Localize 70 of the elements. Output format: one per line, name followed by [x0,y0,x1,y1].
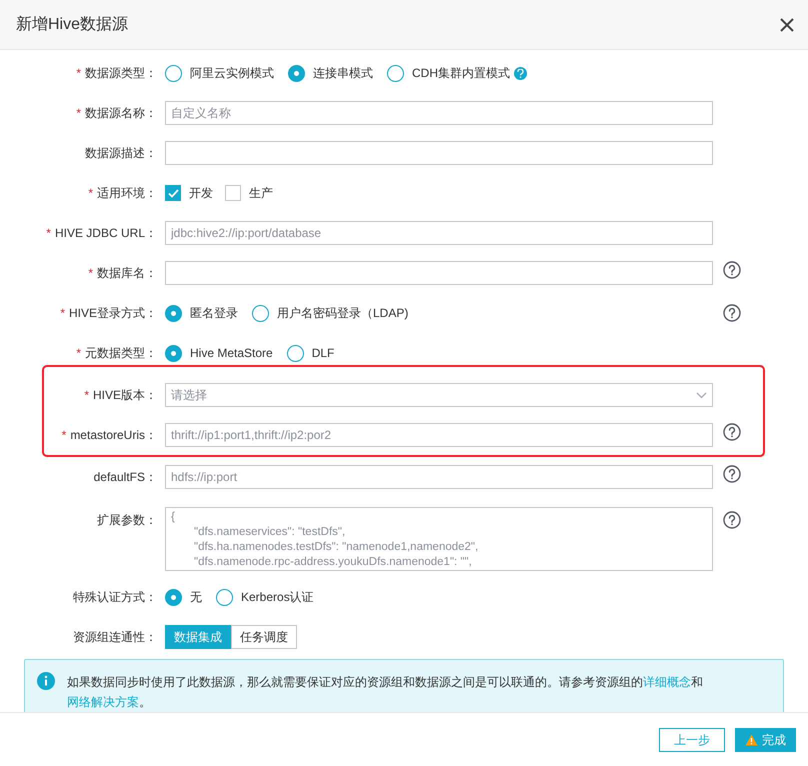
radio-button[interactable] [165,588,182,606]
help-icon[interactable] [723,304,741,322]
radio-label: 匿名登录 [190,305,238,322]
radio-label: 无 [190,589,202,606]
field-label: 扩展参数： [97,512,157,529]
field-label: 数据库名： [97,265,157,282]
dialog-title: 新增Hive数据源 [16,14,128,34]
radio-label: 用户名密码登录（LDAP) [277,305,408,322]
select-field[interactable]: 请选择 [165,383,713,407]
field-label: HIVE JDBC URL： [54,225,157,242]
required-mark: * [62,427,66,444]
finish-button[interactable]: 完成 [735,728,796,752]
required-mark: * [88,265,93,282]
warning-icon [745,734,758,746]
field-label: 元数据类型： [85,345,157,362]
field-label: 适用环境： [97,185,157,202]
field-label: metastoreUris： [70,427,157,444]
notice-link[interactable]: 网络解决方案 [67,695,139,709]
checkbox-label: 开发 [189,185,213,202]
help-icon[interactable] [723,511,741,529]
radio-button[interactable] [165,344,182,362]
required-mark: * [88,185,93,202]
text-field[interactable]: thrift://ip1:port1,thrift://ip2:por2 [165,423,713,447]
help-icon[interactable] [723,261,741,279]
radio-button[interactable] [288,64,305,82]
required-mark: * [76,345,81,362]
radio-label: Kerberos认证 [241,589,314,606]
text-field[interactable]: 自定义名称 [165,101,713,125]
field-label: 数据源类型： [85,65,157,82]
previous-step-button[interactable]: 上一步 [659,728,725,752]
radio-button[interactable] [165,64,182,82]
textarea-field[interactable]: { "dfs.nameservices": "testDfs", "dfs.ha.namenodes.testDfs": "namenode1,namenode2", "dfs.namenode.rpc-address.youkuDfs.namenode1": "", [165,507,713,571]
info-icon [37,672,55,690]
field-label: 特殊认证方式： [73,589,157,606]
help-icon[interactable] [723,423,741,441]
radio-label: Hive MetaStore [190,345,273,362]
field-label: HIVE版本： [92,387,157,404]
required-mark: * [46,225,51,242]
segment-tab[interactable]: 任务调度 [231,625,297,649]
radio-button[interactable] [286,344,304,362]
checkbox-label: 生产 [249,185,273,202]
radio-label: DLF [312,345,334,362]
required-mark: * [60,305,65,322]
radio-button[interactable] [387,64,404,82]
field-label: 数据源名称： [85,105,157,122]
radio-label: 连接串模式 [313,65,373,82]
notice-link[interactable]: 详细概念 [643,675,691,689]
field-label: HIVE登录方式： [68,305,157,322]
text-field[interactable] [165,141,713,165]
notice-text: 如果数据同步时使用了此数据源，那么就需要保证对应的资源组和数据源之间是可以联通的。请参考资源组的详细概念和 网络解决方案。 [67,674,704,711]
radio-button[interactable] [216,588,233,606]
radio-label: 阿里云实例模式 [190,65,274,82]
field-label: 资源组连通性： [73,629,157,646]
text-field[interactable] [165,261,713,285]
checkbox[interactable] [165,185,181,201]
radio-label: CDH集群内置模式 [412,65,510,82]
radio-button[interactable] [165,304,182,322]
chevron-down-icon [696,392,707,398]
text-field[interactable]: hdfs://ip:port [165,465,713,489]
field-label: 数据源描述： [85,145,157,162]
required-mark: * [76,105,81,122]
checkbox[interactable] [225,185,241,201]
required-mark: * [76,65,81,82]
text-field[interactable]: jdbc:hive2://ip:port/database [165,221,713,245]
radio-button[interactable] [252,304,269,322]
field-label: defaultFS： [94,469,157,486]
help-icon[interactable] [723,465,741,483]
close-icon[interactable] [780,18,794,32]
required-mark: * [84,387,89,404]
segment-tab[interactable]: 数据集成 [165,625,231,649]
